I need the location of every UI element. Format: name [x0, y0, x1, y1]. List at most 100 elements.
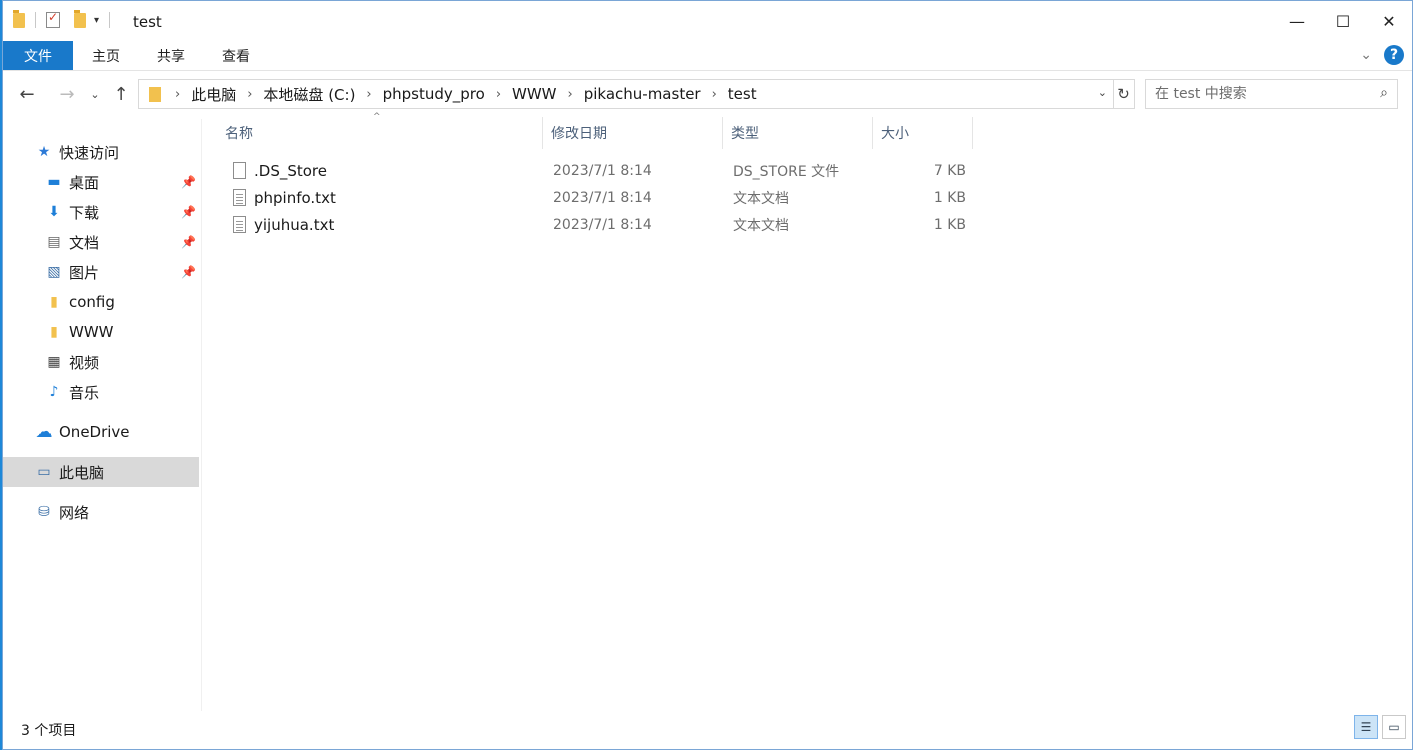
pin-icon[interactable]: 📌 [181, 235, 196, 249]
address-history-dropdown-icon[interactable]: ⌄ [1098, 86, 1107, 99]
title-bar: ▾ test — ☐ ✕ [3, 1, 1412, 41]
sidebar-item-label: 视频 [69, 353, 100, 372]
desktop-icon: ▬ [47, 174, 61, 190]
search-box: ⌕ [1145, 79, 1398, 109]
breadcrumb-separator[interactable]: › [366, 87, 371, 102]
file-date: 2023/7/1 8:14 [553, 189, 652, 206]
column-header-name[interactable]: 名称 [217, 117, 543, 149]
file-type: DS_STORE 文件 [733, 163, 840, 180]
pin-icon[interactable]: 📌 [181, 175, 196, 189]
file-row[interactable]: phpinfo.txt 2023/7/1 8:14 文本文档 1 KB [221, 184, 981, 211]
toolbar-divider [109, 12, 111, 28]
folder-icon [149, 86, 161, 102]
file-size: 7 KB [933, 162, 966, 179]
pin-icon[interactable]: 📌 [181, 205, 196, 219]
sidebar-item-quick-access[interactable]: ★ 快速访问 [3, 137, 199, 167]
tab-view[interactable]: 查看 [209, 41, 263, 70]
sidebar-item-label: WWW [69, 323, 114, 341]
breadcrumb-www[interactable]: WWW [512, 85, 557, 103]
back-button[interactable]: ← [15, 81, 39, 107]
file-type: 文本文档 [733, 190, 789, 207]
search-input[interactable] [1155, 81, 1370, 107]
sidebar-item-this-pc[interactable]: ▭ 此电脑 [3, 457, 199, 487]
breadcrumb-separator[interactable]: › [175, 87, 180, 102]
forward-button[interactable]: → [55, 81, 79, 107]
sidebar-item-label: config [69, 293, 115, 311]
document-icon: ▤ [47, 234, 61, 250]
ribbon-right-controls: ⌄ ? [1360, 45, 1404, 65]
sidebar-item-label: 文档 [69, 233, 100, 252]
up-button[interactable]: ↑ [109, 81, 133, 107]
status-bar: 3 个项目 [3, 717, 1412, 743]
breadcrumb-separator[interactable]: › [247, 87, 252, 102]
breadcrumb-local-disk[interactable]: 本地磁盘 (C:) [263, 84, 355, 105]
details-view-icon[interactable]: ☰ [1354, 715, 1378, 739]
sidebar-item-label: 快速访问 [59, 143, 120, 162]
sidebar-item-desktop[interactable]: ▬ 桌面 📌 [3, 167, 199, 197]
refresh-button[interactable]: ↻ [1113, 79, 1135, 109]
breadcrumb-separator[interactable]: › [712, 87, 717, 102]
file-icon [233, 162, 246, 179]
file-row[interactable]: .DS_Store 2023/7/1 8:14 DS_STORE 文件 7 KB [221, 157, 981, 184]
sidebar-item-label: 下载 [69, 203, 100, 222]
folder-icon: ▮ [50, 294, 58, 310]
file-row[interactable]: yijuhua.txt 2023/7/1 8:14 文本文档 1 KB [221, 211, 981, 238]
sidebar-item-www[interactable]: ▮ WWW [3, 317, 199, 347]
breadcrumb-separator[interactable]: › [496, 87, 501, 102]
pin-icon[interactable]: 📌 [181, 265, 196, 279]
customize-toolbar-dropdown-icon[interactable]: ▾ [94, 15, 99, 26]
expand-ribbon-icon[interactable]: ⌄ [1360, 47, 1372, 63]
file-size: 1 KB [933, 216, 966, 233]
folder-icon: ▮ [50, 324, 58, 340]
navigation-pane: ★ 快速访问 ▬ 桌面 📌 ⬇ 下载 📌 ▤ 文档 📌 ▧ 图片 📌 ▮ con… [3, 119, 201, 711]
file-size: 1 KB [933, 189, 966, 206]
column-header-type[interactable]: 类型 [723, 117, 873, 149]
cloud-icon: ☁ [35, 422, 53, 442]
help-icon[interactable]: ? [1384, 45, 1404, 65]
breadcrumb-phpstudy-pro[interactable]: phpstudy_pro [383, 85, 485, 103]
file-name: phpinfo.txt [254, 188, 336, 207]
breadcrumb-this-pc[interactable]: 此电脑 [191, 84, 236, 105]
new-folder-icon[interactable] [74, 9, 86, 28]
sidebar-item-config[interactable]: ▮ config [3, 287, 199, 317]
search-icon[interactable]: ⌕ [1380, 85, 1388, 101]
ribbon-tabs: 文件 主页 共享 查看 ⌄ ? [3, 41, 1412, 71]
sidebar-item-videos[interactable]: ▦ 视频 [3, 347, 199, 377]
music-icon: ♪ [49, 384, 59, 400]
sidebar-item-label: 图片 [69, 263, 100, 282]
network-icon: ⛁ [38, 504, 50, 520]
breadcrumb-pikachu-master[interactable]: pikachu-master [584, 85, 701, 103]
sidebar-item-pictures[interactable]: ▧ 图片 📌 [3, 257, 199, 287]
properties-icon[interactable] [46, 10, 60, 28]
file-name-cell: yijuhua.txt [233, 211, 334, 238]
text-file-icon [233, 189, 246, 206]
download-icon: ⬇ [48, 204, 60, 220]
sidebar-item-downloads[interactable]: ⬇ 下载 📌 [3, 197, 199, 227]
pane-divider[interactable] [201, 119, 202, 711]
close-button[interactable]: ✕ [1366, 1, 1412, 41]
column-header-date[interactable]: 修改日期 [543, 117, 723, 149]
star-icon: ★ [37, 144, 51, 160]
window-controls: — ☐ ✕ [1274, 1, 1412, 41]
explorer-window: ▾ test — ☐ ✕ 文件 主页 共享 查看 ⌄ ? ← → ⌄ ↑ › 此… [2, 0, 1413, 750]
sidebar-item-label: 此电脑 [59, 463, 105, 482]
video-icon: ▦ [47, 354, 61, 370]
address-bar[interactable]: › 此电脑 › 本地磁盘 (C:) › phpstudy_pro › WWW ›… [138, 79, 1114, 109]
sidebar-item-music[interactable]: ♪ 音乐 [3, 377, 199, 407]
sidebar-item-network[interactable]: ⛁ 网络 [3, 497, 199, 527]
maximize-button[interactable]: ☐ [1320, 1, 1366, 41]
tab-home[interactable]: 主页 [79, 41, 133, 70]
sidebar-item-onedrive[interactable]: ☁ OneDrive [3, 417, 199, 447]
minimize-button[interactable]: — [1274, 1, 1320, 41]
sidebar-item-documents[interactable]: ▤ 文档 📌 [3, 227, 199, 257]
recent-locations-button[interactable]: ⌄ [87, 81, 103, 107]
tab-file[interactable]: 文件 [3, 41, 73, 70]
column-header-size[interactable]: 大小 [873, 117, 973, 149]
tab-share[interactable]: 共享 [143, 41, 199, 70]
file-name: .DS_Store [254, 161, 327, 180]
breadcrumb-test[interactable]: test [728, 85, 757, 103]
large-icons-view-icon[interactable]: ▭ [1382, 715, 1406, 739]
breadcrumb-separator[interactable]: › [568, 87, 573, 102]
navigation-bar: ← → ⌄ ↑ › 此电脑 › 本地磁盘 (C:) › phpstudy_pro… [3, 77, 1412, 111]
sidebar-item-label: OneDrive [59, 423, 130, 441]
